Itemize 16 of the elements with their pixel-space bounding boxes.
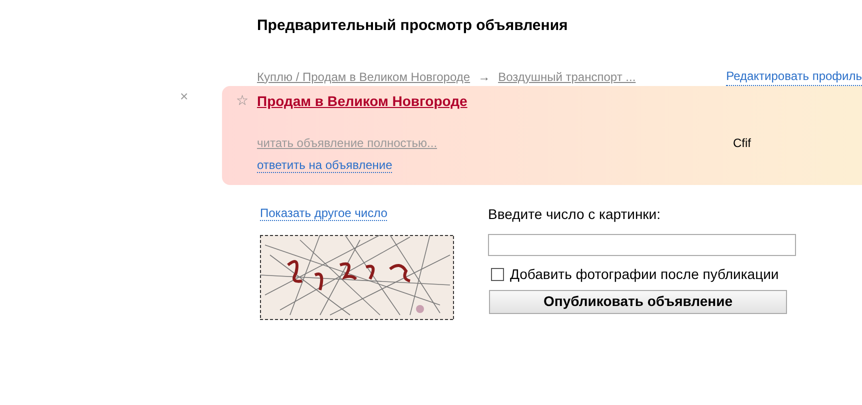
author-name: Cfif <box>733 134 751 152</box>
reply-link[interactable]: ответить на объявление <box>257 158 392 172</box>
captcha-label: Введите число с картинки: <box>488 204 662 222</box>
breadcrumb-separator: → <box>478 68 490 86</box>
close-icon[interactable]: × <box>180 88 188 102</box>
refresh-captcha-link[interactable]: Показать другое число <box>260 206 388 220</box>
checkbox-label: Добавить фотографии после публикации <box>510 264 779 284</box>
captcha-input-field[interactable] <box>488 234 796 256</box>
publish-button[interactable]: Опубликовать объявление <box>489 290 787 314</box>
breadcrumb-link[interactable]: Куплю / Продам в Великом Новгороде <box>257 68 470 86</box>
ad-title-link[interactable]: Продам в Великом Новгороде <box>257 90 468 112</box>
star-icon[interactable]: ☆ <box>236 90 249 110</box>
read-more-link[interactable]: читать объявление полностью... <box>257 134 438 152</box>
checkbox[interactable] <box>491 268 504 280</box>
breadcrumb-link[interactable]: Воздушный транспорт ... <box>498 68 636 86</box>
page-title: Предварительный просмотр объявления <box>257 16 569 36</box>
